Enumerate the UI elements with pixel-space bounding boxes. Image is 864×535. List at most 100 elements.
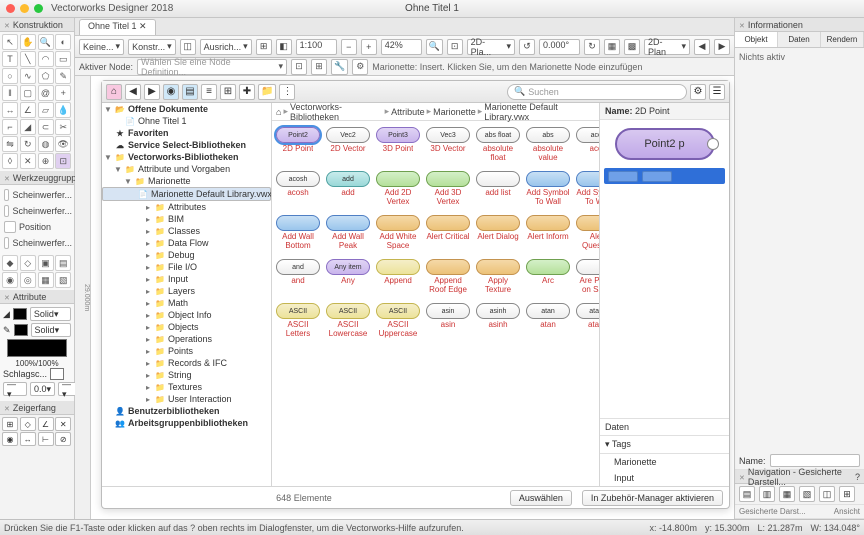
close-icon[interactable] xyxy=(6,4,15,13)
tree-folder[interactable]: ▸📁Layers xyxy=(102,285,271,297)
minimize-icon[interactable] xyxy=(20,4,29,13)
tb-btn[interactable]: ▶ xyxy=(714,39,730,55)
toolset-btn[interactable]: ▦ xyxy=(38,272,54,288)
node-thumbnail[interactable]: addadd xyxy=(326,171,370,207)
node-thumbnail[interactable]: Apply Texture xyxy=(476,259,520,295)
node-thumbnail[interactable]: Alert Critical xyxy=(426,215,470,251)
tb-btn[interactable]: ◧ xyxy=(276,39,292,55)
tree-doc[interactable]: 📄Ohne Titel 1 xyxy=(102,115,271,127)
toolset-item[interactable]: Scheinwerfer... xyxy=(2,203,72,219)
tool-connect[interactable]: ⊕ xyxy=(38,153,54,169)
tb-btn[interactable]: ⊞ xyxy=(256,39,272,55)
tree-folder[interactable]: ▸📁Points xyxy=(102,345,271,357)
snap-distance[interactable]: ↔ xyxy=(20,432,36,446)
snap-intersect[interactable]: ✕ xyxy=(55,417,71,431)
mode-btn[interactable]: ⊡ xyxy=(291,59,307,75)
nav-btn[interactable]: ▧ xyxy=(799,486,815,502)
rm-btn[interactable]: 📁 xyxy=(258,84,276,100)
node-thumbnail[interactable]: acosacos xyxy=(576,127,599,163)
rm-btn[interactable]: ≡ xyxy=(201,84,217,100)
palette-konstruktion-header[interactable]: Konstruktion xyxy=(0,18,74,32)
node-thumbnail[interactable]: acoshacosh xyxy=(276,171,320,207)
tool-callout[interactable]: ▱ xyxy=(38,102,54,118)
angle-input[interactable]: 0.000° xyxy=(539,39,580,55)
tool-reshape[interactable]: ◊ xyxy=(2,153,18,169)
activate-button[interactable]: In Zubehör-Manager aktivieren xyxy=(582,490,723,506)
tool-rotate[interactable]: ↻ xyxy=(20,136,36,152)
tool-flyover[interactable]: ◐ xyxy=(55,34,71,50)
gear-icon[interactable]: ⚙ xyxy=(352,59,368,75)
name-input[interactable] xyxy=(770,454,860,467)
tool-clip[interactable]: ✂ xyxy=(55,119,71,135)
zoom-input[interactable]: 42% xyxy=(381,39,422,55)
rm-new-icon[interactable]: ✚ xyxy=(239,84,255,100)
node-thumbnail[interactable]: Any itemAny xyxy=(326,259,370,295)
close-icon[interactable] xyxy=(4,403,10,413)
node-thumbnail[interactable]: Add 3D Vertex xyxy=(426,171,470,207)
home-icon[interactable]: ⌂ xyxy=(276,107,281,117)
node-thumbnail[interactable]: add list xyxy=(476,171,520,207)
wrench-icon[interactable]: 🔧 xyxy=(331,59,348,75)
node-thumbnail[interactable]: Append Roof Edge xyxy=(426,259,470,295)
rm-gear-icon[interactable]: ⚙ xyxy=(690,84,706,100)
node-def-select[interactable]: Wählen Sie eine Node Definition... ▾ xyxy=(137,59,287,75)
tool-arc[interactable]: ◠ xyxy=(38,51,54,67)
node-thumbnail[interactable]: Are Points on Same Side xyxy=(576,259,599,295)
tool-offset[interactable]: ⊂ xyxy=(38,119,54,135)
rm-fwd-icon[interactable]: ▶ xyxy=(144,84,160,100)
tree-vw-libs[interactable]: ▼📁Vectorworks-Bibliotheken xyxy=(102,151,271,163)
rm-btn[interactable]: ⋮ xyxy=(279,84,295,100)
tree-folder[interactable]: ▸📁Object Info xyxy=(102,309,271,321)
tool-angular-dim[interactable]: ∠ xyxy=(20,102,36,118)
layer-select[interactable]: Konstr... ▾ xyxy=(128,39,176,55)
zoom-in-icon[interactable]: + xyxy=(361,39,377,55)
tool-pan[interactable]: ✋ xyxy=(20,34,36,50)
view-select[interactable]: 2D-Pla... ▾ xyxy=(467,39,515,55)
tool-selection[interactable]: ↖ xyxy=(2,34,18,50)
tree-open-docs[interactable]: ▼📂Offene Dokumente xyxy=(102,103,271,115)
toolset-btn[interactable]: ▧ xyxy=(55,272,71,288)
toolset-btn[interactable]: ◉ xyxy=(2,272,18,288)
help-icon[interactable]: ? xyxy=(855,472,860,482)
node-thumbnail[interactable]: Add Symbol To Wall Edge xyxy=(576,171,599,207)
node-thumbnail[interactable]: ASCIIASCII Uppercase xyxy=(376,303,420,339)
node-thumbnail[interactable]: Alert Question xyxy=(576,215,599,251)
tool-attribute[interactable]: ◍ xyxy=(38,136,54,152)
tool-line[interactable]: ╲ xyxy=(20,51,36,67)
zoom-icon[interactable] xyxy=(34,4,43,13)
rotate-ccw-icon[interactable]: ↺ xyxy=(519,39,535,55)
toolset-item[interactable]: Position xyxy=(2,219,72,235)
tree-folder[interactable]: ▸📁Debug xyxy=(102,249,271,261)
node-thumbnail[interactable]: Alert Dialog xyxy=(476,215,520,251)
rm-back-icon[interactable]: ◀ xyxy=(125,84,141,100)
node-thumbnail[interactable]: ASCIIASCII Lowercase xyxy=(326,303,370,339)
node-thumbnail[interactable]: atanatan xyxy=(526,303,570,339)
scale-input[interactable]: 1:100 xyxy=(296,39,337,55)
rm-home-icon[interactable]: ⌂ xyxy=(106,84,122,100)
nav-btn[interactable]: ◫ xyxy=(819,486,835,502)
snap-object[interactable]: ◇ xyxy=(20,417,36,431)
node-thumbnail[interactable]: andand xyxy=(276,259,320,295)
toolset-btn[interactable]: ◎ xyxy=(20,272,36,288)
tb-btn[interactable]: ▦ xyxy=(604,39,620,55)
tool-text[interactable]: T xyxy=(2,51,18,67)
tree-folder[interactable]: ▸📁Math xyxy=(102,297,271,309)
tree-folder[interactable]: ▸📁Records & IFC xyxy=(102,357,271,369)
crumb-item[interactable]: Attribute xyxy=(391,107,425,117)
tree-folder[interactable]: ▸📁String xyxy=(102,369,271,381)
tool-dimension[interactable]: ↔ xyxy=(2,102,18,118)
palette-werkzeuggruppen-header[interactable]: Werkzeuggruppen xyxy=(0,171,74,185)
nav-btn[interactable]: ⊞ xyxy=(839,486,855,502)
close-icon[interactable] xyxy=(4,20,10,30)
node-thumbnail[interactable]: atan2atan2 xyxy=(576,303,599,339)
nav-btn[interactable]: ▤ xyxy=(739,486,755,502)
tab-rendern[interactable]: Rendern xyxy=(821,32,864,47)
tb-btn[interactable]: ◫ xyxy=(180,39,196,55)
render-select[interactable]: 2D-Plan ▾ xyxy=(644,39,690,55)
tree-folder[interactable]: ▸📁Input xyxy=(102,273,271,285)
snap-smart[interactable]: ◉ xyxy=(2,432,18,446)
snap-angle[interactable]: ∠ xyxy=(38,417,54,431)
tool-rounded-rect[interactable]: ▢ xyxy=(20,85,36,101)
node-thumbnail[interactable]: asinasin xyxy=(426,303,470,339)
tool-rect[interactable]: ▭ xyxy=(55,51,71,67)
